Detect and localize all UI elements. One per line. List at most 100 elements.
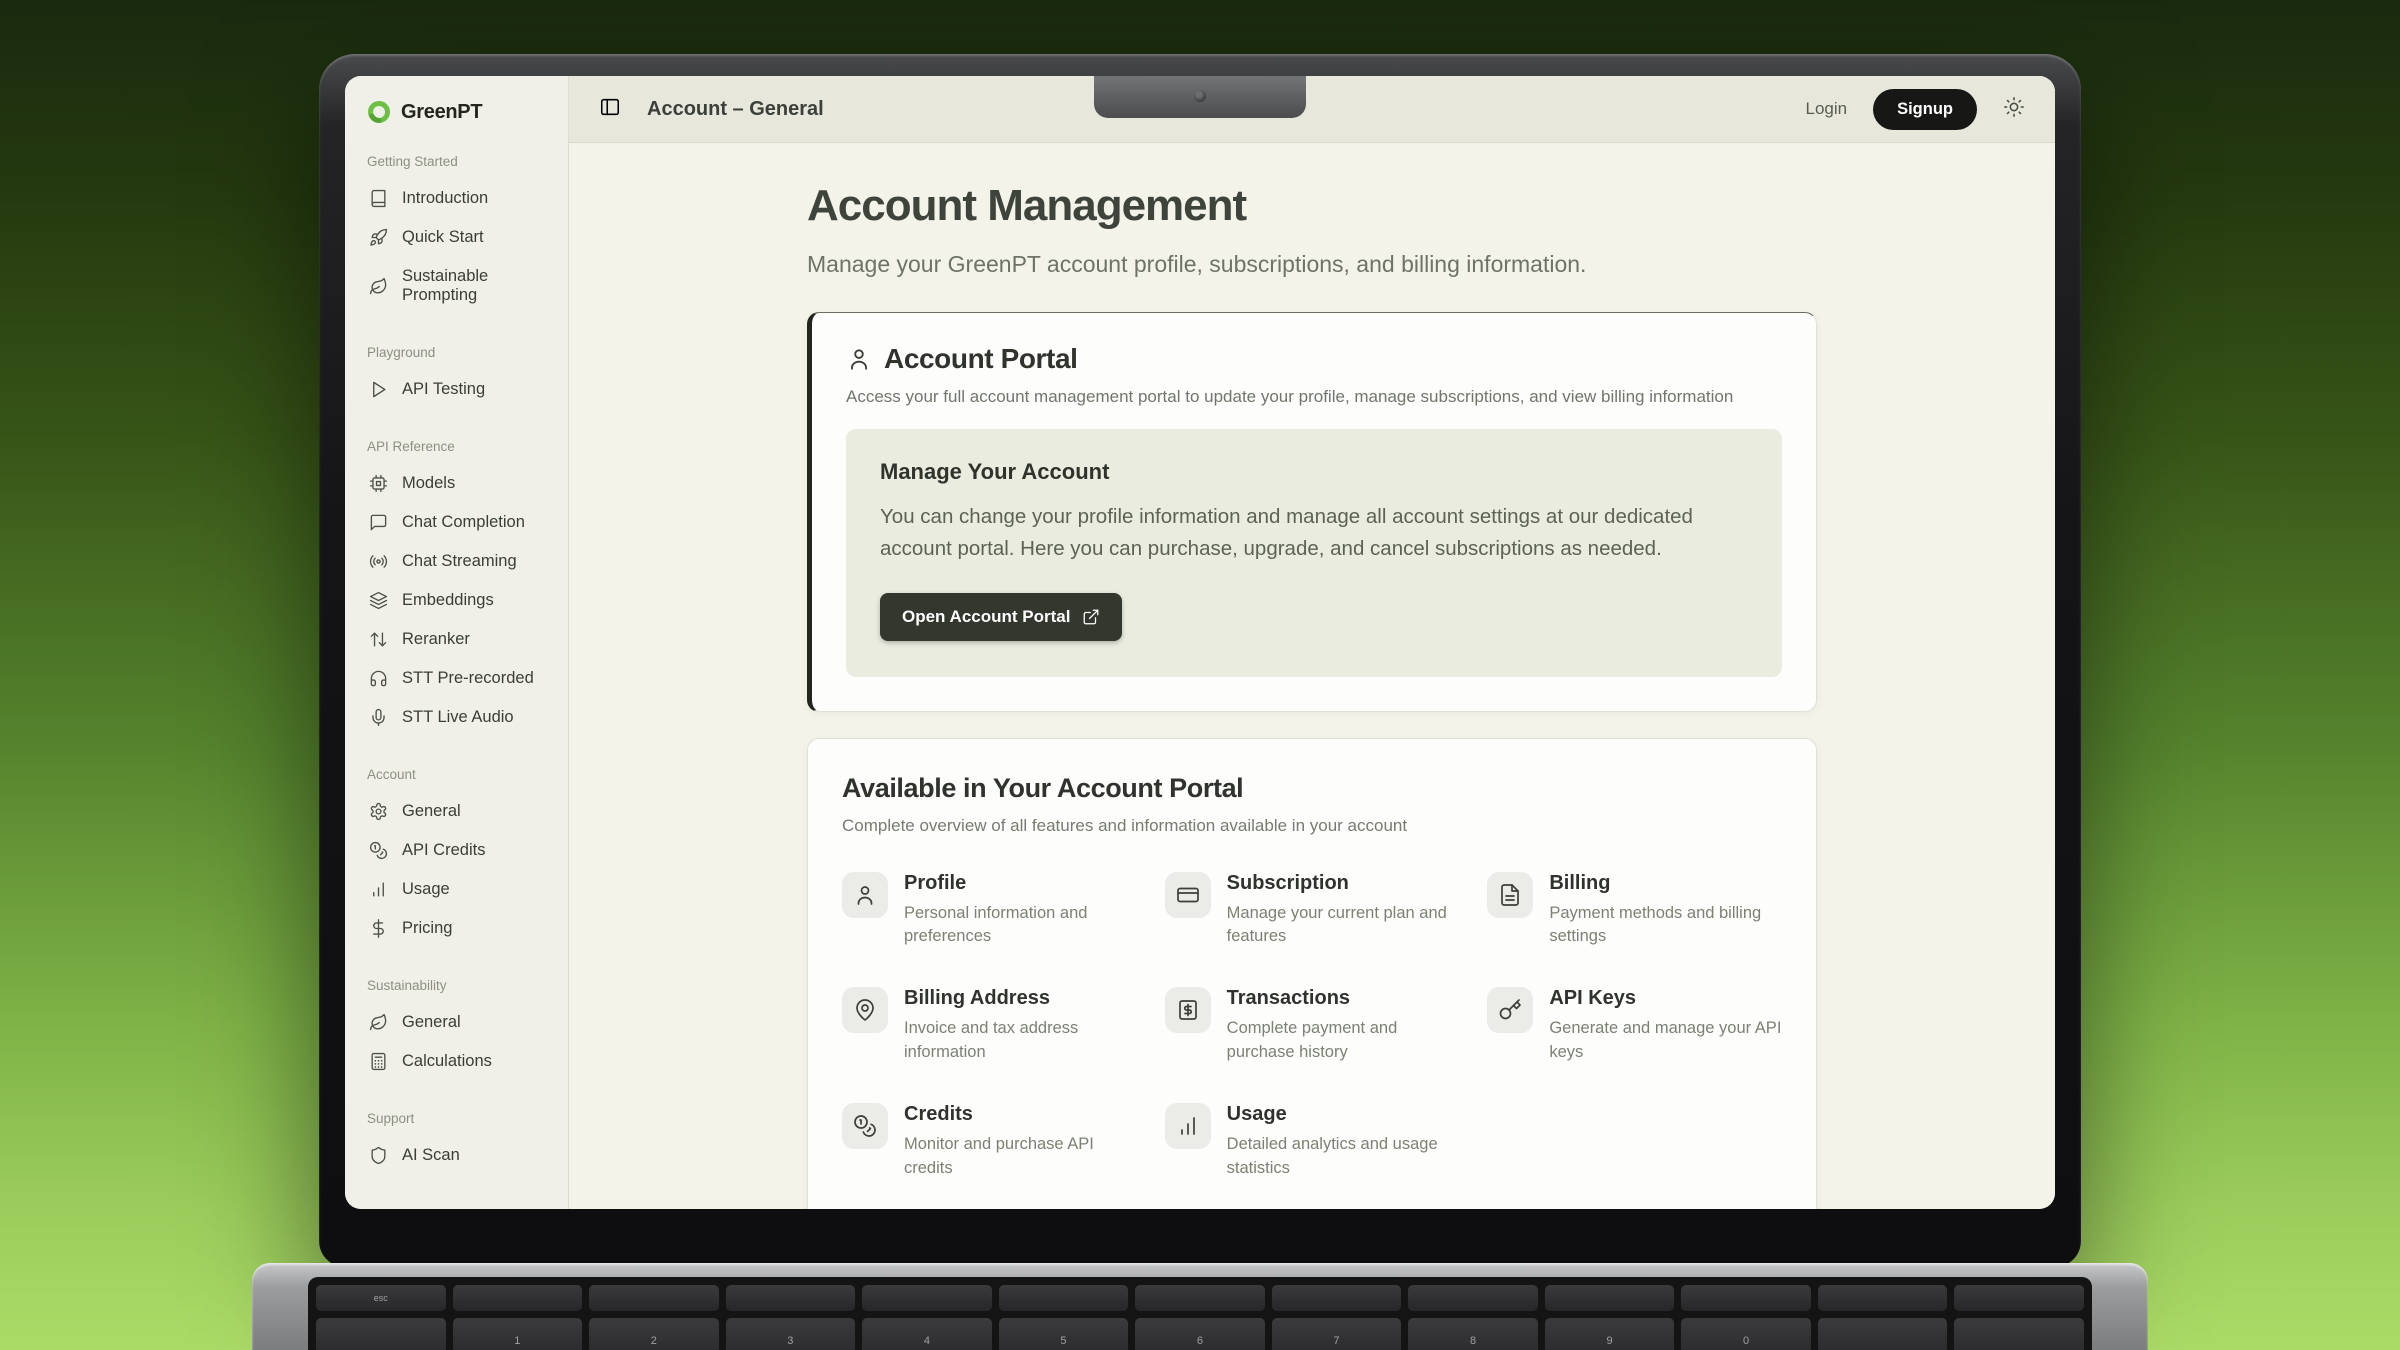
sidebar-item-playground-api-testing[interactable]: API Testing	[367, 370, 550, 409]
sidebar-item-account-api-credits[interactable]: API Credits	[367, 831, 550, 870]
sidebar-item-label: Chat Completion	[402, 513, 525, 532]
laptop-mockup: GreenPT Getting StartedIntroductionQuick…	[319, 54, 2081, 1267]
book-icon	[369, 189, 388, 208]
person-icon	[846, 346, 872, 372]
feature-description: Detailed analytics and usage statistics	[1227, 1133, 1460, 1181]
signup-button[interactable]: Signup	[1873, 89, 1977, 130]
feature-description: Complete payment and purchase history	[1227, 1017, 1460, 1065]
feature-item-credits: Credits Monitor and purchase API credits	[842, 1103, 1137, 1181]
login-link[interactable]: Login	[1805, 99, 1847, 119]
account-portal-card: Account Portal Access your full account …	[807, 312, 1817, 712]
sidebar-item-getting-started-quick-start[interactable]: Quick Start	[367, 218, 550, 257]
sidebar-item-support-ai-scan[interactable]: AI Scan	[367, 1136, 550, 1175]
key-3: 3	[726, 1318, 856, 1350]
coins-icon	[853, 1114, 877, 1138]
key-5: 5	[999, 1318, 1129, 1350]
sidebar: GreenPT Getting StartedIntroductionQuick…	[345, 76, 569, 1209]
sidebar-item-label: Quick Start	[402, 228, 484, 247]
main-area: Account – General Login Signup Account M…	[569, 76, 2055, 1209]
feature-item-api-keys: API Keys Generate and manage your API key…	[1487, 987, 1782, 1065]
open-account-portal-label: Open Account Portal	[902, 607, 1070, 627]
sun-icon	[2003, 96, 2025, 118]
sidebar-section-label-account: Account	[367, 767, 550, 782]
feature-name: Profile	[904, 872, 1137, 895]
sidebar-item-label: Chat Streaming	[402, 552, 517, 571]
key-6: 6	[1135, 1318, 1265, 1350]
bar-chart-icon	[1176, 1114, 1200, 1138]
sidebar-item-label: General	[402, 1013, 461, 1032]
sidebar-item-api-reference-stt-pre-recorded[interactable]: STT Pre-recorded	[367, 659, 550, 698]
feature-icon-tile	[1165, 1103, 1211, 1149]
sidebar-item-api-reference-chat-streaming[interactable]: Chat Streaming	[367, 542, 550, 581]
feature-name: Credits	[904, 1103, 1137, 1126]
feature-name: Transactions	[1227, 987, 1460, 1010]
headphones-icon	[369, 669, 388, 688]
sidebar-item-label: General	[402, 802, 461, 821]
key-7: 7	[1272, 1318, 1402, 1350]
sidebar-item-getting-started-introduction[interactable]: Introduction	[367, 179, 550, 218]
credit-card-icon	[1176, 883, 1200, 907]
manage-account-box: Manage Your Account You can change your …	[846, 429, 1782, 677]
sidebar-item-sustainability-calculations[interactable]: Calculations	[367, 1042, 550, 1081]
feature-icon-tile	[842, 987, 888, 1033]
keyboard-row: 1234567890	[316, 1318, 2084, 1350]
sidebar-item-label: STT Pre-recorded	[402, 669, 534, 688]
sidebar-item-api-reference-models[interactable]: Models	[367, 464, 550, 503]
key-1: 1	[453, 1318, 583, 1350]
shield-icon	[369, 1146, 388, 1165]
laptop-screen: GreenPT Getting StartedIntroductionQuick…	[345, 76, 2055, 1209]
sidebar-toggle-button[interactable]	[599, 96, 621, 123]
open-account-portal-button[interactable]: Open Account Portal	[880, 593, 1122, 641]
available-subtitle: Complete overview of all features and in…	[842, 816, 1782, 836]
sidebar-item-account-general[interactable]: General	[367, 792, 550, 831]
feature-item-billing: BillingPayment methods and billing setti…	[1487, 872, 1782, 950]
key-esc: esc	[316, 1285, 446, 1311]
available-portal-card: Available in Your Account Portal Complet…	[807, 738, 1817, 1209]
feature-icon-tile	[842, 872, 888, 918]
sidebar-item-api-reference-embeddings[interactable]: Embeddings	[367, 581, 550, 620]
sidebar-item-label: AI Scan	[402, 1146, 460, 1165]
theme-toggle-button[interactable]	[2003, 96, 2025, 123]
feature-name: API Keys	[1549, 987, 1782, 1010]
chat-icon	[369, 513, 388, 532]
key-blank	[316, 1318, 446, 1350]
map-pin-icon	[853, 998, 877, 1022]
sidebar-item-account-pricing[interactable]: Pricing	[367, 909, 550, 948]
topbar: Account – General Login Signup	[569, 76, 2055, 143]
leaf-icon	[369, 1013, 388, 1032]
page-subtitle: Manage your GreenPT account profile, sub…	[807, 251, 1817, 278]
brand-name: GreenPT	[401, 101, 482, 124]
sidebar-item-label: Introduction	[402, 189, 488, 208]
key-4: 4	[862, 1318, 992, 1350]
feature-name: Subscription	[1227, 872, 1460, 895]
sidebar-item-api-reference-reranker[interactable]: Reranker	[367, 620, 550, 659]
feature-description: Monitor and purchase API credits	[904, 1133, 1137, 1181]
sidebar-item-label: API Testing	[402, 380, 485, 399]
sidebar-item-api-reference-chat-completion[interactable]: Chat Completion	[367, 503, 550, 542]
sidebar-item-label: STT Live Audio	[402, 708, 514, 727]
feature-description: Generate and manage your API keys	[1549, 1017, 1782, 1065]
key-blank	[1954, 1285, 2084, 1311]
laptop-keyboard: esc1234567890tabQWE	[308, 1277, 2092, 1350]
sidebar-item-sustainability-general[interactable]: General	[367, 1003, 550, 1042]
sidebar-item-getting-started-sustainable-prompting[interactable]: Sustainable Prompting	[367, 257, 550, 315]
mic-icon	[369, 708, 388, 727]
feature-name: Billing Address	[904, 987, 1137, 1010]
key-blank	[1408, 1285, 1538, 1311]
brand-logo[interactable]: GreenPT	[367, 100, 550, 124]
layers-icon	[369, 591, 388, 610]
key-blank	[589, 1285, 719, 1311]
sidebar-item-api-reference-stt-live-audio[interactable]: STT Live Audio	[367, 698, 550, 737]
sidebar-item-account-usage[interactable]: Usage	[367, 870, 550, 909]
feature-description: Invoice and tax address information	[904, 1017, 1137, 1065]
receipt-icon	[1176, 998, 1200, 1022]
key-blank	[1272, 1285, 1402, 1311]
key-blank	[1135, 1285, 1265, 1311]
chip-icon	[369, 474, 388, 493]
content-scroll-area[interactable]: Account Management Manage your GreenPT a…	[569, 143, 2055, 1209]
key-blank	[1681, 1285, 1811, 1311]
sidebar-item-label: Usage	[402, 880, 450, 899]
gear-icon	[369, 802, 388, 821]
sidebar-section-label-api-reference: API Reference	[367, 439, 550, 454]
breadcrumb-title: Account – General	[647, 98, 824, 121]
